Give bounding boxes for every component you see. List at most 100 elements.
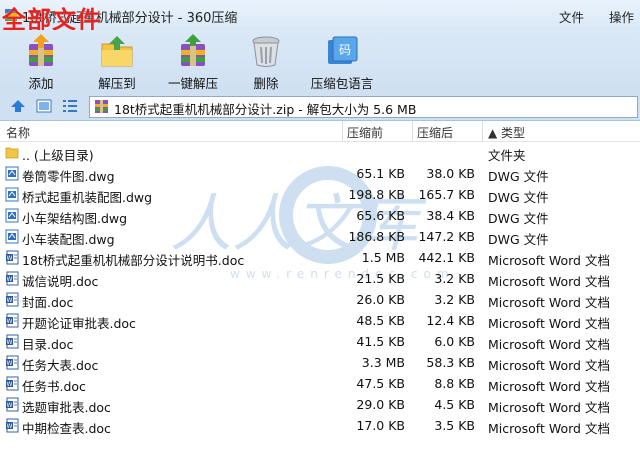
- dwg-file-icon: [5, 166, 19, 181]
- file-row[interactable]: W 中期检查表.doc 17.0 KB 3.5 KB Microsoft Word 文档: [0, 415, 640, 436]
- toolbar: 添加 解压到 一键解压 删除 码 压缩包语言: [0, 30, 640, 92]
- up-arrow-icon[interactable]: [10, 98, 26, 114]
- file-row[interactable]: W 诚信说明.doc 21.5 KB 3.2 KB Microsoft Word 文档: [0, 268, 640, 289]
- file-list: .. (上级目录) 文件夹卷筒零件图.dwg 65.1 KB 38.0 KB DWG 文…: [0, 142, 640, 436]
- file-name: .. (上级目录): [22, 148, 94, 163]
- svg-text:W: W: [7, 297, 13, 304]
- svg-text:W: W: [7, 255, 13, 262]
- file-name: 开题论证审批表.doc: [22, 316, 136, 331]
- svg-text:W: W: [7, 423, 13, 430]
- column-divider[interactable]: [412, 121, 413, 141]
- parent-directory-row[interactable]: .. (上级目录) 文件夹: [0, 142, 640, 163]
- file-type: DWG 文件: [488, 190, 549, 205]
- file-type: Microsoft Word 文档: [488, 337, 610, 352]
- file-compressed-size: 8.8 KB: [434, 376, 475, 391]
- file-type: Microsoft Word 文档: [488, 358, 610, 373]
- file-compressed-size: 165.7 KB: [418, 187, 475, 202]
- file-row[interactable]: W 任务大表.doc 3.3 MB 58.3 KB Microsoft Word 文档: [0, 352, 640, 373]
- column-packed[interactable]: 压缩前: [347, 124, 383, 141]
- column-name[interactable]: 名称: [6, 124, 30, 141]
- file-row[interactable]: W 开题论证审批表.doc 48.5 KB 12.4 KB Microsoft Word…: [0, 310, 640, 331]
- file-compressed-size: 6.0 KB: [434, 334, 475, 349]
- file-compressed-size: 3.5 KB: [434, 418, 475, 433]
- extract-to-label: 解压到: [98, 76, 136, 91]
- word-doc-icon: W: [5, 334, 19, 349]
- file-compressed-size: 38.0 KB: [426, 166, 475, 181]
- file-type: Microsoft Word 文档: [488, 379, 610, 394]
- file-row[interactable]: 卷筒零件图.dwg 65.1 KB 38.0 KB DWG 文件: [0, 163, 640, 184]
- file-row[interactable]: 小车架结构图.dwg 65.6 KB 38.4 KB DWG 文件: [0, 205, 640, 226]
- file-compressed-size: 147.2 KB: [418, 229, 475, 244]
- file-packed-size: 29.0 KB: [356, 397, 405, 412]
- file-name: 任务大表.doc: [22, 358, 99, 373]
- large-icon-view-icon[interactable]: [36, 98, 52, 114]
- file-compressed-size: 3.2 KB: [434, 292, 475, 307]
- svg-text:W: W: [7, 318, 13, 325]
- delete-label: 删除: [253, 76, 279, 91]
- file-row[interactable]: W 目录.doc 41.5 KB 6.0 KB Microsoft Word 文档: [0, 331, 640, 352]
- column-divider[interactable]: [482, 121, 483, 141]
- file-name: 卷筒零件图.dwg: [22, 169, 115, 184]
- word-doc-icon: W: [5, 271, 19, 286]
- file-compressed-size: 3.2 KB: [434, 271, 475, 286]
- file-type: Microsoft Word 文档: [488, 400, 610, 415]
- column-type[interactable]: ▲ 类型: [488, 124, 525, 141]
- file-type: Microsoft Word 文档: [488, 316, 610, 331]
- file-row[interactable]: W 任务书.doc 47.5 KB 8.8 KB Microsoft Word 文档: [0, 373, 640, 394]
- archive-language-button[interactable]: 码 压缩包语言: [306, 32, 378, 91]
- menu-operate[interactable]: 操作: [609, 7, 634, 26]
- extract-folder-icon: [101, 36, 133, 67]
- file-packed-size: 17.0 KB: [356, 418, 405, 433]
- file-name: 小车架结构图.dwg: [22, 211, 128, 226]
- file-type: DWG 文件: [488, 211, 549, 226]
- file-name: 任务书.doc: [22, 379, 86, 394]
- file-row[interactable]: 小车装配图.dwg 186.8 KB 147.2 KB DWG 文件: [0, 226, 640, 247]
- file-name: 桥式起重机装配图.dwg: [22, 190, 153, 205]
- column-divider[interactable]: [342, 121, 343, 141]
- file-type: DWG 文件: [488, 169, 549, 184]
- file-name: 选题审批表.doc: [22, 400, 111, 415]
- file-compressed-size: 58.3 KB: [426, 355, 475, 370]
- file-row[interactable]: W 18t桥式起重机机械部分设计说明书.doc 1.5 MB 442.1 KB Micr…: [0, 247, 640, 268]
- file-name: 小车装配图.dwg: [22, 232, 115, 247]
- add-label: 添加: [28, 76, 54, 91]
- file-packed-size: 47.5 KB: [356, 376, 405, 391]
- file-packed-size: 1.5 MB: [361, 250, 405, 265]
- address-bar: 18t桥式起重机机械部分设计.zip - 解包大小为 5.6 MB: [0, 92, 640, 121]
- file-name: 目录.doc: [22, 337, 74, 352]
- file-type: Microsoft Word 文档: [488, 295, 610, 310]
- file-type: DWG 文件: [488, 232, 549, 247]
- file-packed-size: 65.1 KB: [356, 166, 405, 181]
- column-size[interactable]: 压缩后: [417, 124, 453, 141]
- file-packed-size: 65.6 KB: [356, 208, 405, 223]
- column-header: 名称 压缩前 压缩后 ▲ 类型: [0, 121, 640, 142]
- trash-can-icon: [252, 36, 280, 67]
- file-row[interactable]: W 封面.doc 26.0 KB 3.2 KB Microsoft Word 文档: [0, 289, 640, 310]
- word-doc-icon: W: [5, 292, 19, 307]
- archive-language-icon: 码: [328, 36, 358, 64]
- file-type: 文件夹: [488, 148, 526, 163]
- folder-up-icon: [5, 145, 19, 160]
- address-field[interactable]: 18t桥式起重机机械部分设计.zip - 解包大小为 5.6 MB: [89, 96, 638, 118]
- add-button[interactable]: 添加: [8, 32, 74, 91]
- one-click-extract-button[interactable]: 一键解压: [160, 32, 226, 91]
- menu-file[interactable]: 文件: [559, 7, 584, 26]
- file-row[interactable]: 桥式起重机装配图.dwg 198.8 KB 165.7 KB DWG 文件: [0, 184, 640, 205]
- file-packed-size: 198.8 KB: [348, 187, 405, 202]
- extract-to-button[interactable]: 解压到: [84, 32, 150, 91]
- file-compressed-size: 4.5 KB: [434, 397, 475, 412]
- title-bar: 18t桥式起重机械部分设计 - 360压缩 全部文件 文件 操作: [0, 0, 640, 34]
- list-view-icon[interactable]: [62, 98, 78, 114]
- file-name: 封面.doc: [22, 295, 74, 310]
- svg-text:W: W: [7, 276, 13, 283]
- file-packed-size: 41.5 KB: [356, 334, 405, 349]
- file-compressed-size: 38.4 KB: [426, 208, 475, 223]
- file-row[interactable]: W 选题审批表.doc 29.0 KB 4.5 KB Microsoft Word 文档: [0, 394, 640, 415]
- zip-archive-icon: [95, 100, 108, 113]
- delete-button[interactable]: 删除: [236, 32, 296, 91]
- file-packed-size: 48.5 KB: [356, 313, 405, 328]
- svg-text:W: W: [7, 360, 13, 367]
- file-name: 中期检查表.doc: [22, 421, 111, 436]
- svg-text:W: W: [7, 339, 13, 346]
- dwg-file-icon: [5, 208, 19, 223]
